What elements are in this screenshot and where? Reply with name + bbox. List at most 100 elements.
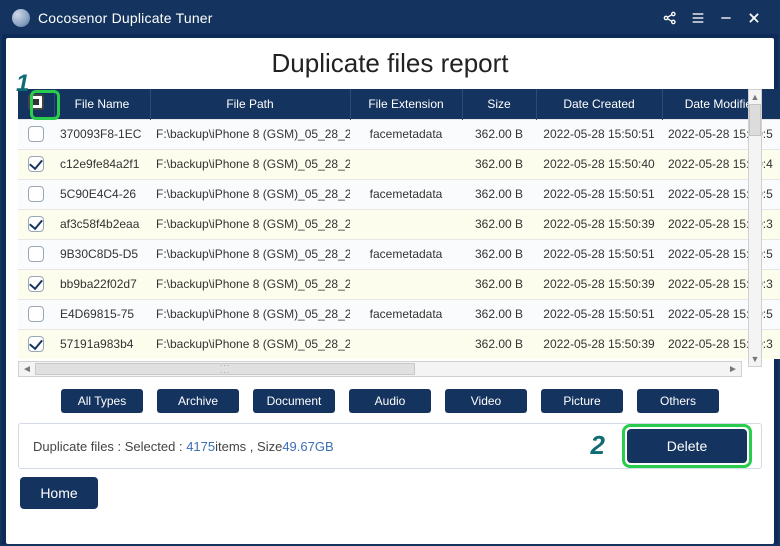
cell-file-path: F:\backup\iPhone 8 (GSM)_05_28_202 xyxy=(150,299,350,329)
cell-date-modified: 2022-05-28 15:50:3 xyxy=(662,269,780,299)
home-button[interactable]: Home xyxy=(20,477,98,509)
cell-date-modified: 2022-05-28 15:50:5 xyxy=(662,299,780,329)
table-row[interactable]: bb9ba22f02d7F:\backup\iPhone 8 (GSM)_05_… xyxy=(18,269,780,299)
close-icon[interactable] xyxy=(740,4,768,32)
filter-archive-button[interactable]: Archive xyxy=(157,389,239,413)
cell-size: 362.00 B xyxy=(462,119,536,149)
row-checkbox[interactable] xyxy=(28,156,44,172)
cell-date-modified: 2022-05-28 15:50:4 xyxy=(662,149,780,179)
vscroll-thumb[interactable] xyxy=(749,104,761,136)
minimize-icon[interactable] xyxy=(712,4,740,32)
filter-row: All Types Archive Document Audio Video P… xyxy=(18,389,762,413)
table-row[interactable]: 57191a983b4F:\backup\iPhone 8 (GSM)_05_2… xyxy=(18,329,780,359)
header-file-name[interactable]: File Name xyxy=(54,89,150,119)
header-date-modified[interactable]: Date Modified xyxy=(662,89,780,119)
row-checkbox[interactable] xyxy=(28,336,44,352)
scroll-left-icon[interactable]: ◄ xyxy=(19,362,35,376)
cell-size: 362.00 B xyxy=(462,179,536,209)
cell-date-modified: 2022-05-28 15:50:3 xyxy=(662,329,780,359)
cell-file-extension xyxy=(350,209,462,239)
vertical-scrollbar[interactable]: ▲ ▼ xyxy=(748,89,762,367)
cell-date-modified: 2022-05-28 15:50:3 xyxy=(662,209,780,239)
scroll-right-icon[interactable]: ► xyxy=(725,362,741,376)
summary-size: 49.67GB xyxy=(282,439,333,454)
cell-size: 362.00 B xyxy=(462,209,536,239)
select-all-checkbox-icon[interactable] xyxy=(28,94,44,110)
table-row[interactable]: c12e9fe84a2f1F:\backup\iPhone 8 (GSM)_05… xyxy=(18,149,780,179)
header-file-path[interactable]: File Path xyxy=(150,89,350,119)
cell-file-path: F:\backup\iPhone 8 (GSM)_05_28_202 xyxy=(150,209,350,239)
cell-file-path: F:\backup\iPhone 8 (GSM)_05_28_202 xyxy=(150,239,350,269)
filter-audio-button[interactable]: Audio xyxy=(349,389,431,413)
header-date-created[interactable]: Date Created xyxy=(536,89,662,119)
cell-file-extension: facemetadata xyxy=(350,299,462,329)
row-checkbox[interactable] xyxy=(28,126,44,142)
header-size[interactable]: Size xyxy=(462,89,536,119)
row-checkbox[interactable] xyxy=(28,186,44,202)
cell-date-created: 2022-05-28 15:50:39 xyxy=(536,329,662,359)
horizontal-scrollbar[interactable]: ◄ ► xyxy=(18,361,742,377)
page-title: Duplicate files report xyxy=(18,48,762,79)
row-checkbox[interactable] xyxy=(28,246,44,262)
cell-file-path: F:\backup\iPhone 8 (GSM)_05_28_202 xyxy=(150,119,350,149)
title-bar: Cocosenor Duplicate Tuner xyxy=(2,2,778,34)
summary-bar: Duplicate files : Selected : 4175 items … xyxy=(18,423,762,469)
table-row[interactable]: 9B30C8D5-D5F:\backup\iPhone 8 (GSM)_05_2… xyxy=(18,239,780,269)
cell-file-path: F:\backup\iPhone 8 (GSM)_05_28_202 xyxy=(150,149,350,179)
share-icon[interactable] xyxy=(656,4,684,32)
app-title: Cocosenor Duplicate Tuner xyxy=(38,10,213,26)
cell-file-name: c12e9fe84a2f1 xyxy=(54,149,150,179)
header-file-extension[interactable]: File Extension xyxy=(350,89,462,119)
cell-file-name: 370093F8-1EC xyxy=(54,119,150,149)
table-row[interactable]: af3c58f4b2eaaF:\backup\iPhone 8 (GSM)_05… xyxy=(18,209,780,239)
delete-button[interactable]: Delete xyxy=(627,429,747,463)
summary-prefix: Duplicate files : Selected : xyxy=(33,439,183,454)
filter-picture-button[interactable]: Picture xyxy=(541,389,623,413)
annotation-2: 2 xyxy=(591,430,605,461)
cell-size: 362.00 B xyxy=(462,269,536,299)
cell-file-name: 57191a983b4 xyxy=(54,329,150,359)
table-row[interactable]: E4D69815-75F:\backup\iPhone 8 (GSM)_05_2… xyxy=(18,299,780,329)
filter-document-button[interactable]: Document xyxy=(253,389,335,413)
cell-date-created: 2022-05-28 15:50:51 xyxy=(536,299,662,329)
cell-date-created: 2022-05-28 15:50:51 xyxy=(536,119,662,149)
cell-size: 362.00 B xyxy=(462,149,536,179)
cell-file-extension: facemetadata xyxy=(350,239,462,269)
filter-video-button[interactable]: Video xyxy=(445,389,527,413)
cell-file-name: E4D69815-75 xyxy=(54,299,150,329)
content-area: Duplicate files report 1 File Name File … xyxy=(6,38,774,544)
cell-file-name: 9B30C8D5-D5 xyxy=(54,239,150,269)
annotation-1: 1 xyxy=(16,70,29,98)
cell-date-created: 2022-05-28 15:50:40 xyxy=(536,149,662,179)
cell-file-path: F:\backup\iPhone 8 (GSM)_05_28_202 xyxy=(150,269,350,299)
cell-date-modified: 2022-05-28 15:50:5 xyxy=(662,239,780,269)
row-checkbox[interactable] xyxy=(28,276,44,292)
scroll-down-icon[interactable]: ▼ xyxy=(749,352,761,366)
cell-date-created: 2022-05-28 15:50:51 xyxy=(536,239,662,269)
cell-date-created: 2022-05-28 15:50:51 xyxy=(536,179,662,209)
filter-others-button[interactable]: Others xyxy=(637,389,719,413)
table-container: 1 File Name File Path File Extension Siz… xyxy=(18,89,762,377)
scroll-up-icon[interactable]: ▲ xyxy=(749,90,761,104)
filter-all-types-button[interactable]: All Types xyxy=(61,389,143,413)
summary-count: 4175 xyxy=(186,439,215,454)
cell-date-created: 2022-05-28 15:50:39 xyxy=(536,269,662,299)
summary-mid: items , Size xyxy=(215,439,282,454)
table-row[interactable]: 370093F8-1ECF:\backup\iPhone 8 (GSM)_05_… xyxy=(18,119,780,149)
cell-size: 362.00 B xyxy=(462,329,536,359)
duplicates-table: File Name File Path File Extension Size … xyxy=(18,89,780,359)
cell-file-extension: facemetadata xyxy=(350,119,462,149)
scroll-thumb[interactable] xyxy=(35,363,415,375)
row-checkbox[interactable] xyxy=(28,306,44,322)
table-row[interactable]: 5C90E4C4-26F:\backup\iPhone 8 (GSM)_05_2… xyxy=(18,179,780,209)
menu-icon[interactable] xyxy=(684,4,712,32)
cell-file-name: af3c58f4b2eaa xyxy=(54,209,150,239)
app-logo-icon xyxy=(12,9,30,27)
cell-file-name: 5C90E4C4-26 xyxy=(54,179,150,209)
cell-file-extension xyxy=(350,329,462,359)
cell-file-extension xyxy=(350,269,462,299)
cell-date-created: 2022-05-28 15:50:39 xyxy=(536,209,662,239)
cell-file-path: F:\backup\iPhone 8 (GSM)_05_28_202 xyxy=(150,179,350,209)
row-checkbox[interactable] xyxy=(28,216,44,232)
cell-size: 362.00 B xyxy=(462,239,536,269)
